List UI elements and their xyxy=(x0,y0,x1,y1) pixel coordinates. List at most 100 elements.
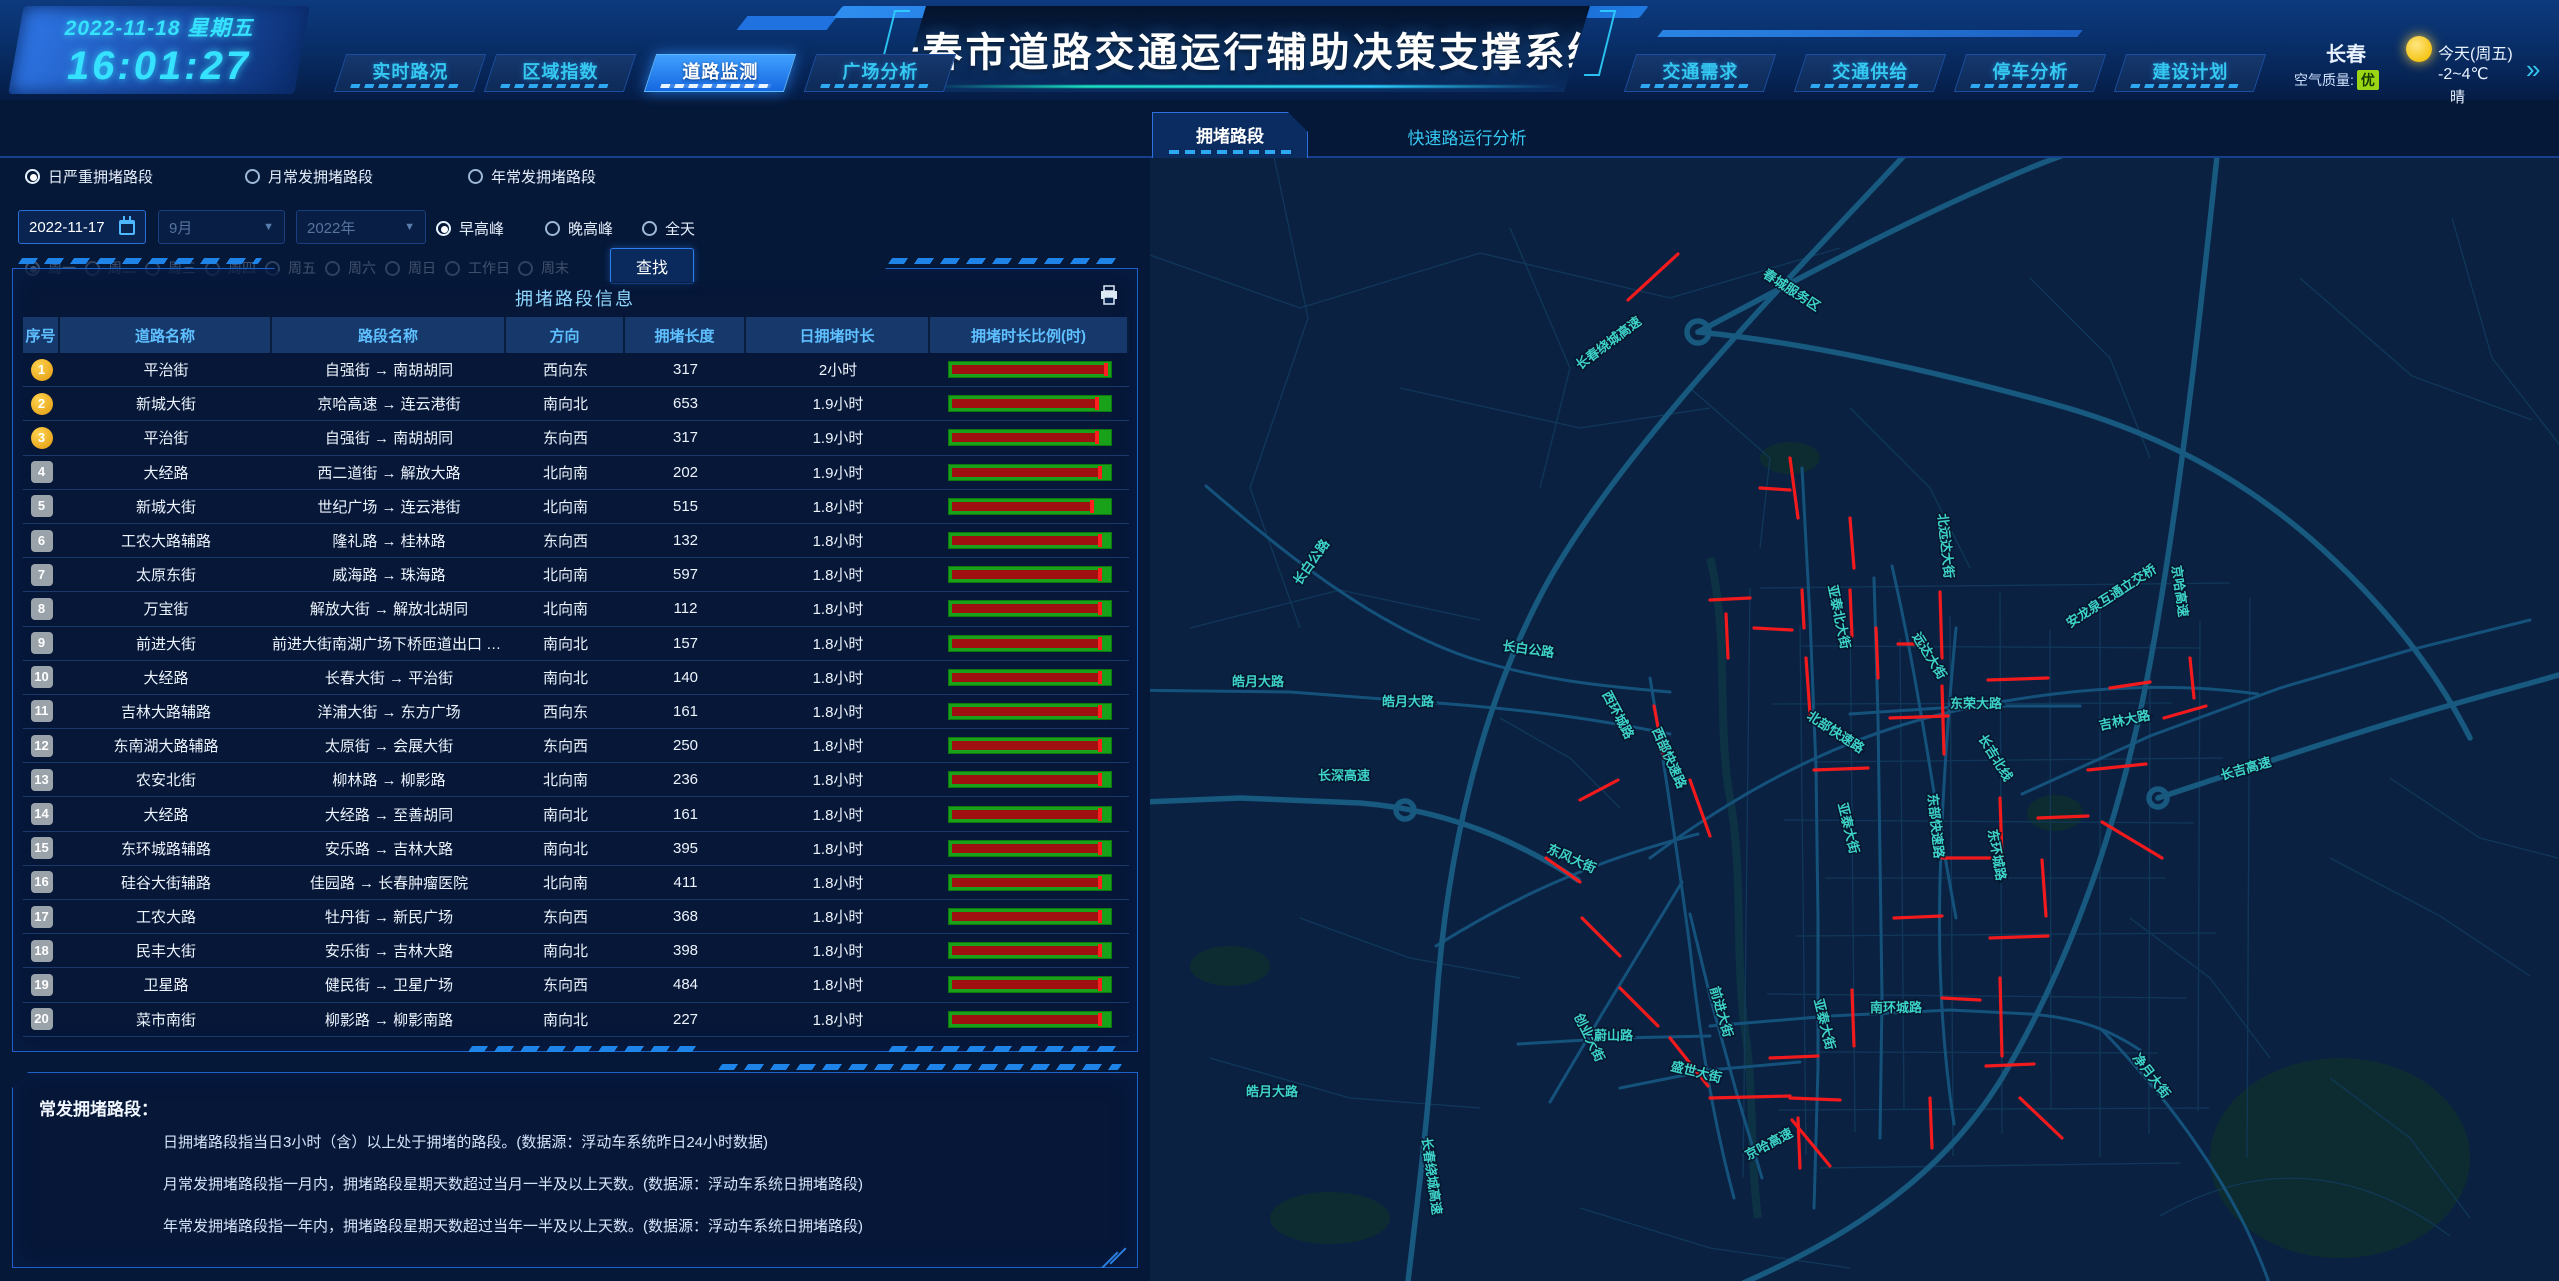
radio-congestion-type-2[interactable]: 年常发拥堵路段 xyxy=(468,166,596,187)
table-row: 10大经路长春大街 → 平治街南向北1401.8小时 xyxy=(23,661,1129,695)
air-quality-badge: 优 xyxy=(2357,70,2379,90)
nav-right-item-3[interactable]: 建设计划 xyxy=(2114,54,2266,92)
cell: 132 xyxy=(625,532,746,549)
table-body: 1平治街自强街 → 南胡胡同西向东3172小时2新城大街京哈高速 → 连云港街南… xyxy=(23,353,1129,1037)
clock-time: 16:01:27 xyxy=(67,44,251,89)
table-row: 13农安北街柳林路 → 柳影路北向南2361.8小时 xyxy=(23,763,1129,797)
table-row: 7太原东街威海路 → 珠海路北向南5971.8小时 xyxy=(23,558,1129,592)
weather-expand-chevrons-icon[interactable]: » xyxy=(2526,54,2540,85)
corner-slash-deco xyxy=(1102,1252,1119,1269)
cell: 大经路 xyxy=(60,462,272,483)
rank-badge: 11 xyxy=(23,700,60,722)
rank-badge: 9 xyxy=(23,632,60,654)
rank-badge: 3 xyxy=(23,427,60,449)
cell: 202 xyxy=(625,464,746,481)
cell: 140 xyxy=(625,669,746,686)
date-picker[interactable]: 2022-11-17 xyxy=(18,210,146,244)
cell: 大经路 → 至善胡同 xyxy=(272,804,506,825)
weather-widget: 长春 空气质量:优 今天(周五) -2~4℃ 晴 » xyxy=(2288,36,2552,98)
cell: 南向北 xyxy=(506,1009,625,1030)
cell: 1.9小时 xyxy=(746,427,930,448)
radio-icon xyxy=(518,261,533,276)
print-icon[interactable] xyxy=(1099,285,1119,305)
nav-left-item-1[interactable]: 区域指数 xyxy=(484,54,636,92)
radio-weekday-5[interactable]: 周六 xyxy=(325,258,376,278)
clock-date: 2022-11-18 星期五 xyxy=(65,12,254,42)
cell: 398 xyxy=(625,942,746,959)
cell: 东环城路辅路 xyxy=(60,838,272,859)
note-line-2: 年常发拥堵路段指一年内，拥堵路段星期天数超过当年一半及以上天数。(数据源：浮动车… xyxy=(163,1215,863,1236)
weather-day: 今天(周五) xyxy=(2438,40,2513,64)
calendar-icon xyxy=(119,220,135,235)
year-select[interactable]: 2022年 ▼ xyxy=(296,210,426,244)
cell: 硅谷大街辅路 xyxy=(60,872,272,893)
month-select[interactable]: 9月 ▼ xyxy=(158,210,285,244)
search-button[interactable]: 查找 xyxy=(610,248,694,284)
radio-weekday-7[interactable]: 工作日 xyxy=(445,258,510,278)
rank-badge: 4 xyxy=(23,461,60,483)
column-header-4: 拥堵长度 xyxy=(625,317,746,353)
cell: 洋浦大街 → 东方广场 xyxy=(272,701,506,722)
table-row: 19卫星路健民街 → 卫星广场东向西4841.8小时 xyxy=(23,968,1129,1002)
radio-congestion-type-1[interactable]: 月常发拥堵路段 xyxy=(245,166,373,187)
congestion-ratio-bar xyxy=(930,566,1129,583)
nav-right-item-0[interactable]: 交通需求 xyxy=(1624,54,1776,92)
cell: 2小时 xyxy=(746,359,930,380)
tab-congested-sections[interactable]: 拥堵路段 xyxy=(1152,112,1308,158)
radio-peak-1[interactable]: 晚高峰 xyxy=(545,218,613,239)
cell: 牡丹街 → 新民广场 xyxy=(272,906,506,927)
radio-icon xyxy=(245,169,260,184)
cell: 西向东 xyxy=(506,701,625,722)
month-value: 9月 xyxy=(169,217,192,238)
cell: 1.8小时 xyxy=(746,496,930,517)
congestion-ratio-bar xyxy=(930,395,1129,412)
note-line-0: 日拥堵路段指当日3小时（含）以上处于拥堵的路段。(数据源：浮动车系统昨日24小时… xyxy=(163,1131,768,1152)
cell: 东南湖大路辅路 xyxy=(60,735,272,756)
column-header-5: 日拥堵时长 xyxy=(746,317,930,353)
nav-left-item-0[interactable]: 实时路况 xyxy=(334,54,486,92)
cell: 1.9小时 xyxy=(746,393,930,414)
cell: 395 xyxy=(625,840,746,857)
cell: 1.8小时 xyxy=(746,598,930,619)
rank-badge: 20 xyxy=(23,1008,60,1030)
cell: 东向西 xyxy=(506,735,625,756)
cell: 1.8小时 xyxy=(746,769,930,790)
radio-peak-0[interactable]: 早高峰 xyxy=(436,218,504,239)
table-row: 5新城大街世纪广场 → 连云港街北向南5151.8小时 xyxy=(23,490,1129,524)
table-row: 3平治街自强街 → 南胡胡同东向西3171.9小时 xyxy=(23,421,1129,455)
radio-icon xyxy=(545,221,560,236)
congestion-ratio-bar xyxy=(930,976,1129,993)
nav-left-item-2[interactable]: 道路监测 xyxy=(644,54,796,92)
radio-peak-2[interactable]: 全天 xyxy=(642,218,695,239)
cell: 卫星路 xyxy=(60,974,272,995)
panel-dash-deco xyxy=(468,1046,702,1052)
radio-congestion-type-0[interactable]: 日严重拥堵路段 xyxy=(25,166,153,187)
table-row: 18民丰大街安乐街 → 吉林大路南向北3981.8小时 xyxy=(23,934,1129,968)
nav-right-item-2[interactable]: 停车分析 xyxy=(1954,54,2106,92)
congestion-ratio-bar xyxy=(930,464,1129,481)
cell: 1.8小时 xyxy=(746,633,930,654)
rank-badge: 18 xyxy=(23,940,60,962)
panel-dash-deco xyxy=(18,258,262,264)
table-row: 14大经路大经路 → 至善胡同南向北1611.8小时 xyxy=(23,797,1129,831)
nav-dash-deco xyxy=(1810,84,1921,88)
cell: 北向南 xyxy=(506,496,625,517)
cell: 隆礼路 → 桂林路 xyxy=(272,530,506,551)
radio-weekday-6[interactable]: 周日 xyxy=(385,258,436,278)
tab-expressway-analysis[interactable]: 快速路运行分析 xyxy=(1352,124,1582,154)
rank-badge: 8 xyxy=(23,598,60,620)
nav-dash-deco xyxy=(820,84,931,88)
cell: 南向北 xyxy=(506,393,625,414)
nav-left-item-3[interactable]: 广场分析 xyxy=(804,54,956,92)
table-row: 8万宝街解放大街 → 解放北胡同北向南1121.8小时 xyxy=(23,592,1129,626)
panel-dash-deco xyxy=(888,258,1124,264)
radio-weekday-8[interactable]: 周末 xyxy=(518,258,569,278)
nav-right-item-1[interactable]: 交通供给 xyxy=(1794,54,1946,92)
nav-dash-deco xyxy=(350,84,461,88)
weather-city: 长春 xyxy=(2326,38,2366,67)
nav-dash-deco xyxy=(1970,84,2081,88)
cell: 东向西 xyxy=(506,974,625,995)
city-map[interactable]: 长春绕城高速春城服务区长白公路长白公路皓月大路皓月大路皓月大路长深高速西环城路北… xyxy=(1150,158,2559,1281)
cell: 112 xyxy=(625,600,746,617)
cell: 411 xyxy=(625,874,746,891)
